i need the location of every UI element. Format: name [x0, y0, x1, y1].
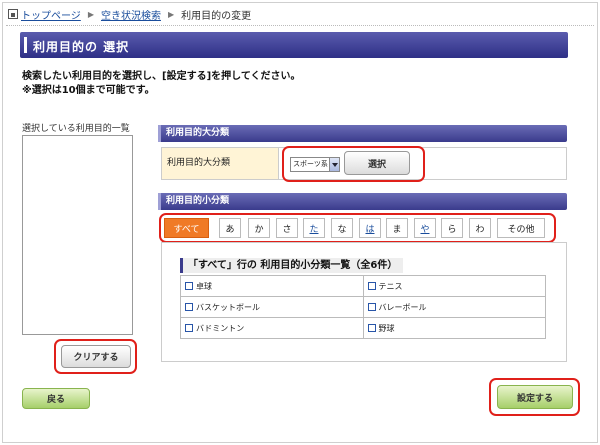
breadcrumb-divider [6, 25, 594, 26]
set-button[interactable]: 設定する [497, 385, 573, 409]
minor-category-grid: 卓球 テニス バスケットボール バレーボール バドミントン 野球 [180, 275, 546, 339]
major-category-header: 利用目的大分類 [158, 125, 567, 142]
minor-list-title: 「すべて」行の 利用目的小分類一覧（全6件） [180, 258, 404, 273]
checkbox-icon[interactable] [367, 323, 376, 332]
minor-item[interactable]: バドミントン [180, 317, 364, 339]
minor-item[interactable]: 卓球 [180, 275, 364, 297]
title-accent [24, 37, 27, 53]
tab-ya[interactable]: や [414, 218, 436, 238]
tab-ka[interactable]: か [248, 218, 270, 238]
minor-item[interactable]: バレーボール [362, 296, 546, 318]
breadcrumb-separator-icon: ▶ [87, 9, 94, 19]
major-category-label: 利用目的大分類 [162, 148, 279, 179]
tab-ta[interactable]: た [303, 218, 325, 238]
page-title: 利用目的の 選択 [33, 40, 130, 54]
checkbox-icon[interactable] [185, 281, 193, 290]
page-title-bar: 利用目的の 選択 [20, 32, 568, 58]
instructions: 検索したい利用目的を選択し、[設定する]を押してください。 ※選択は10個まで可… [22, 70, 301, 98]
minor-item[interactable]: 野球 [362, 317, 546, 339]
tab-ma[interactable]: ま [386, 218, 408, 238]
tab-na[interactable]: な [331, 218, 353, 238]
minor-item[interactable]: テニス [362, 275, 546, 297]
breadcrumb-separator-icon: ▶ [167, 9, 175, 19]
home-icon [8, 9, 18, 19]
breadcrumb: トップページ ▶ 空き状況検索 ▶ 利用目的の変更 [8, 6, 251, 22]
tab-ha[interactable]: は [359, 218, 381, 238]
instruction-line-1: 検索したい利用目的を選択し、[設定する]を押してください。 [22, 71, 301, 82]
breadcrumb-search-link[interactable]: 空き状況検索 [101, 7, 161, 22]
checkbox-icon[interactable] [185, 302, 193, 311]
tab-ra[interactable]: ら [441, 218, 463, 238]
chevron-down-icon [329, 158, 339, 171]
select-button[interactable]: 選択 [344, 151, 410, 175]
clear-button[interactable]: クリアする [61, 345, 131, 368]
checkbox-icon[interactable] [185, 323, 193, 332]
tab-all[interactable]: すべて [164, 218, 209, 238]
breadcrumb-home-link[interactable]: トップページ [21, 7, 81, 22]
major-category-select-value: スポーツ系 [293, 160, 328, 168]
instruction-line-2: ※選択は10個まで可能です。 [22, 85, 155, 96]
checkbox-icon[interactable] [367, 281, 376, 290]
tab-wa[interactable]: わ [469, 218, 491, 238]
tab-other[interactable]: その他 [497, 218, 545, 238]
back-button[interactable]: 戻る [22, 388, 90, 409]
minor-category-header: 利用目的小分類 [158, 193, 567, 210]
tab-sa[interactable]: さ [276, 218, 298, 238]
minor-item[interactable]: バスケットボール [180, 296, 364, 318]
checkbox-icon[interactable] [367, 302, 376, 311]
selected-list-label: 選択している利用目的一覧 [22, 124, 130, 134]
tab-a[interactable]: あ [219, 218, 241, 238]
selected-purpose-list[interactable] [22, 135, 133, 335]
breadcrumb-current: 利用目的の変更 [181, 10, 252, 22]
major-category-select[interactable]: スポーツ系 [290, 157, 340, 172]
